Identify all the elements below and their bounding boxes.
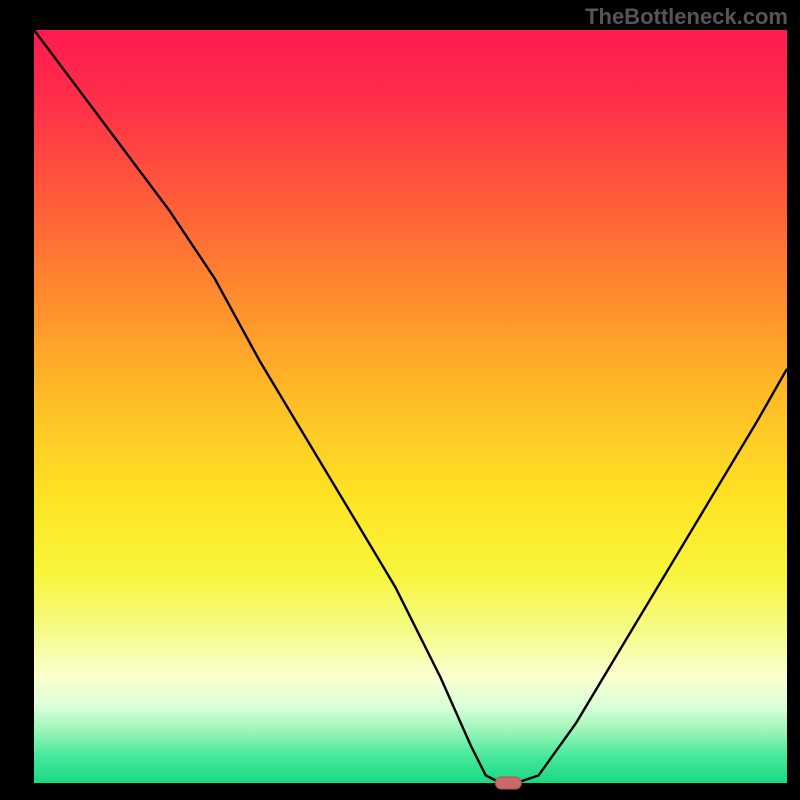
watermark-label: TheBottleneck.com [585,4,788,30]
chart-frame: TheBottleneck.com [0,0,800,800]
plot-background [34,30,787,783]
bottleneck-chart [0,0,800,800]
optimum-marker [495,777,521,789]
